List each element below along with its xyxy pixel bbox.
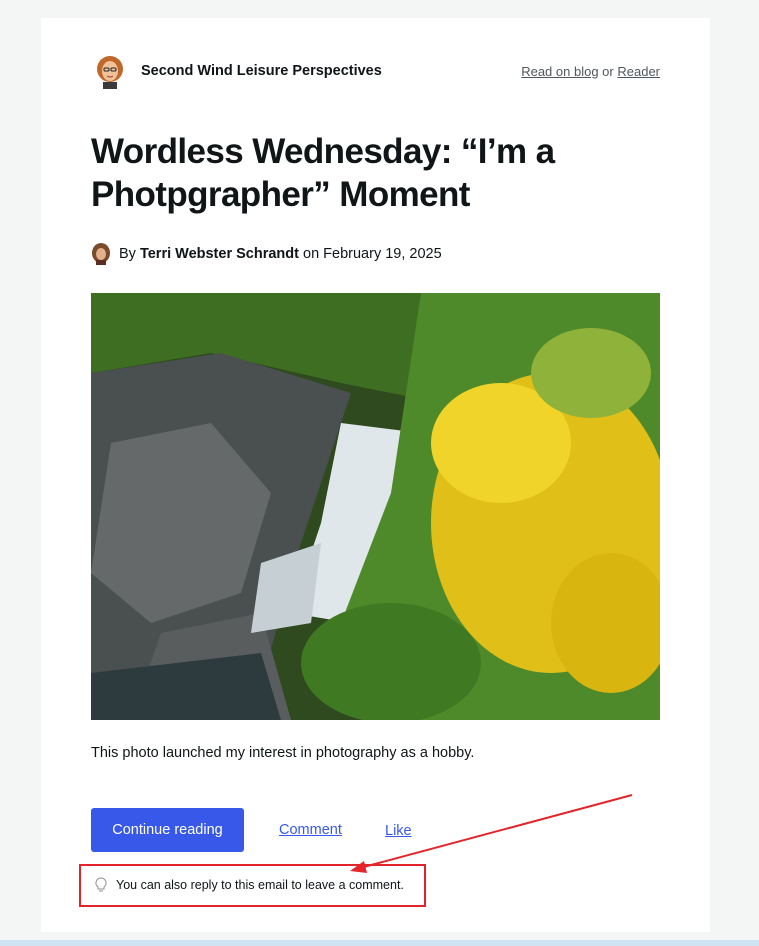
annotation-arrow (350, 794, 633, 873)
bottom-bar (0, 940, 759, 946)
